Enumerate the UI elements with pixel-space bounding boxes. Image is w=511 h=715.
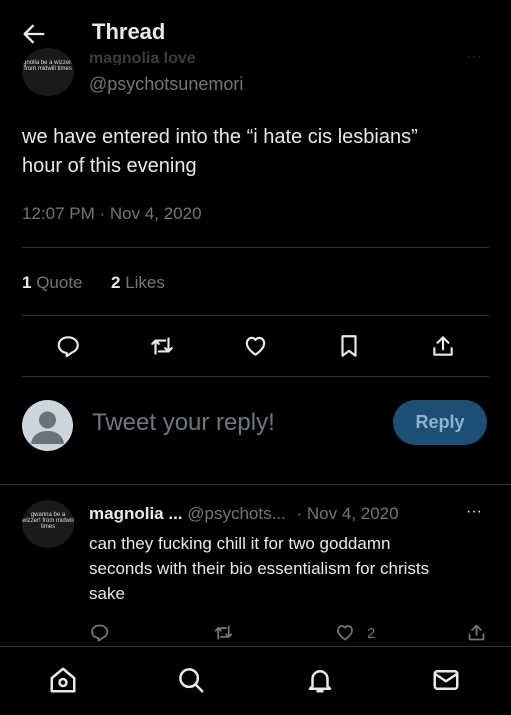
reply-date[interactable]: · Nov 4, 2020 (297, 504, 399, 523)
quotes-label: Quote (36, 273, 83, 292)
more-options-button[interactable]: ··· (466, 48, 482, 66)
reply-like-button[interactable] (334, 622, 356, 643)
author-display-name[interactable]: magnolia love (89, 51, 196, 65)
nav-search[interactable] (176, 665, 206, 695)
divider (22, 315, 489, 316)
reply-retweet-button[interactable] (212, 622, 235, 643)
heart-icon (337, 625, 353, 641)
heart-icon (245, 336, 266, 356)
reply-display-name[interactable]: magnolia ... (89, 504, 183, 523)
bottom-nav (0, 646, 511, 715)
like-button[interactable] (242, 333, 269, 359)
nav-messages[interactable] (431, 665, 461, 695)
share-icon (468, 624, 485, 641)
page-title: Thread (92, 19, 166, 44)
bookmark-button[interactable] (336, 333, 362, 359)
reply-reply-button[interactable] (89, 622, 110, 643)
reply-handle[interactable]: @psychots... (187, 504, 286, 523)
home-icon (50, 667, 76, 693)
back-button[interactable] (20, 20, 48, 48)
divider (22, 247, 489, 248)
avatar[interactable]: gwanna be a wizzer! from midwill times (22, 500, 74, 548)
share-icon (433, 336, 453, 356)
reply-text-line: sake (89, 584, 125, 603)
search-icon (179, 668, 204, 693)
reply-icon (91, 624, 109, 642)
default-avatar-icon (31, 411, 64, 444)
reply-text: can they fucking chill it for two goddam… (89, 531, 429, 606)
likes-count: 2 (111, 273, 121, 292)
reply-button[interactable] (55, 333, 81, 359)
reply-like-count: 2 (367, 625, 376, 642)
reply-share-button[interactable] (466, 622, 487, 643)
tweet-text-line: we have entered into the “i hate cis les… (22, 126, 418, 148)
retweet-icon (214, 625, 233, 640)
tweet-text: we have entered into the “i hate cis les… (22, 123, 418, 181)
quotes-stat[interactable]: 1 Quote (22, 273, 83, 293)
reply-input[interactable]: Tweet your reply! (92, 409, 275, 437)
reply-text-line: seconds with their bio essentialism for … (89, 559, 430, 578)
reply-more-button[interactable]: ··· (466, 503, 482, 521)
author-handle[interactable]: @psychotsunemori (89, 74, 243, 95)
retweet-icon (151, 337, 173, 355)
reply-submit-button[interactable]: Reply (393, 400, 487, 445)
reply-icon (57, 336, 79, 358)
retweet-button[interactable] (148, 333, 176, 359)
likes-label: Likes (125, 273, 165, 292)
avatar-caption: gnolia be a wizzer! from midwill times (23, 60, 73, 72)
avatar-caption: gwanna be a wizzer! from midwill times (22, 512, 74, 530)
nav-home[interactable] (48, 665, 78, 695)
mail-icon (433, 670, 459, 690)
divider (22, 376, 489, 377)
back-arrow-icon (23, 24, 45, 44)
nav-notifications[interactable] (305, 665, 335, 695)
tweet-text-line: hour of this evening (22, 155, 197, 177)
reply-header: magnolia ... @psychots... · Nov 4, 2020 (89, 504, 399, 524)
quotes-count: 1 (22, 273, 32, 292)
avatar[interactable]: gnolia be a wizzer! from midwill times (22, 48, 74, 96)
user-avatar[interactable] (22, 400, 73, 451)
share-button[interactable] (430, 333, 456, 359)
reply-text-line: can they fucking chill it for two goddam… (89, 534, 391, 553)
bell-icon (308, 670, 332, 693)
likes-stat[interactable]: 2 Likes (111, 273, 165, 293)
bookmark-icon (341, 335, 357, 357)
tweet-timestamp[interactable]: 12:07 PM · Nov 4, 2020 (22, 204, 202, 224)
section-separator (0, 484, 511, 485)
